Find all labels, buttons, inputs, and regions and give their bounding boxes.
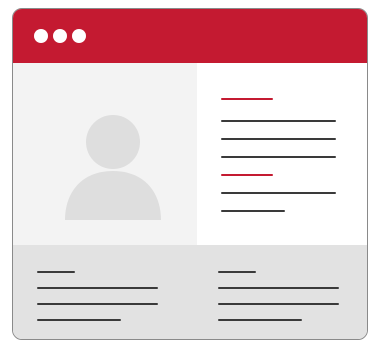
footer-right-text-line-3 [218, 319, 302, 321]
window-control-dot-2[interactable] [53, 29, 67, 43]
details-text-line-4 [221, 192, 336, 194]
window-control-dot-1[interactable] [34, 29, 48, 43]
details-text-line-2 [221, 138, 336, 140]
details-heading-line-2 [221, 174, 273, 176]
user-silhouette-icon [65, 115, 161, 220]
footer-right-text-line-2 [218, 303, 339, 305]
footer-panel [13, 245, 367, 339]
footer-right-heading-line [218, 271, 256, 273]
window-control-dot-3[interactable] [72, 29, 86, 43]
profile-details-panel [197, 63, 367, 245]
footer-left-text-line-1 [37, 287, 158, 289]
details-text-line-1 [221, 120, 336, 122]
details-heading-line-1 [221, 98, 273, 100]
avatar-body [65, 171, 161, 220]
footer-left-text-line-3 [37, 319, 121, 321]
footer-left-heading-line [37, 271, 75, 273]
details-text-line-3 [221, 156, 336, 158]
footer-right-text-line-1 [218, 287, 339, 289]
avatar-head [86, 115, 140, 169]
profile-window [12, 8, 368, 340]
profile-photo-panel [13, 63, 197, 245]
title-bar [13, 9, 367, 63]
footer-left-text-line-2 [37, 303, 158, 305]
details-text-line-5 [221, 210, 285, 212]
